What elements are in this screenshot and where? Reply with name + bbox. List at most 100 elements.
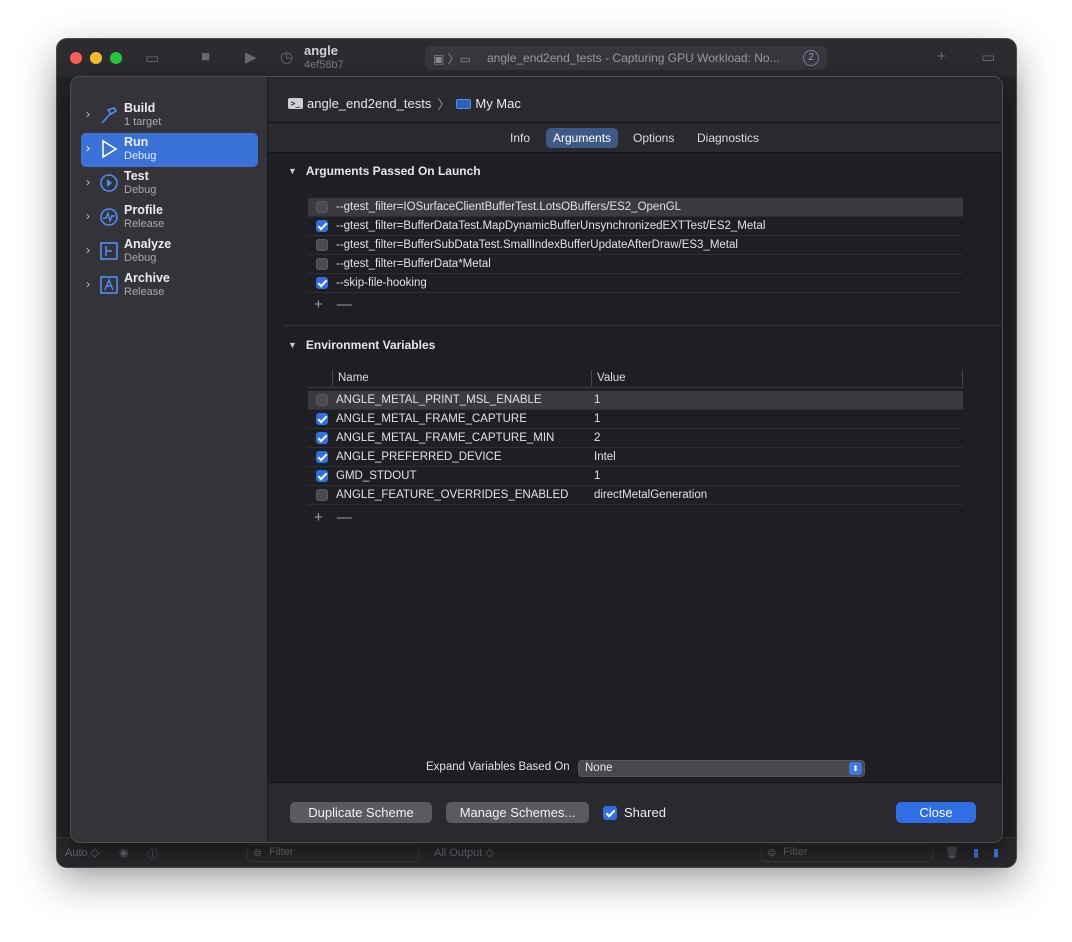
tab-info[interactable]: Info (503, 128, 537, 148)
play-icon (102, 139, 118, 159)
remove-argument-button[interactable]: — (337, 296, 352, 313)
argument-checkbox[interactable] (316, 220, 328, 232)
tab-options[interactable]: Options (626, 128, 681, 148)
env-value[interactable]: 2 (594, 432, 600, 444)
chevron-right-icon[interactable]: › (86, 277, 90, 291)
expand-variables-popup[interactable]: None ⬍ (578, 760, 865, 777)
manage-schemes-button[interactable]: Manage Schemes... (446, 802, 589, 823)
env-value[interactable]: 1 (594, 413, 600, 425)
activity-badge[interactable]: 2 (803, 50, 819, 66)
split-right-icon[interactable]: ▮ (993, 846, 999, 859)
add-icon[interactable]: + (937, 48, 946, 65)
env-name[interactable]: ANGLE_METAL_FRAME_CAPTURE_MIN (336, 432, 594, 444)
breadcrumb-destination[interactable]: My Mac (475, 96, 521, 111)
chevron-right-icon[interactable]: › (86, 175, 90, 189)
info-icon[interactable]: ⓘ (147, 846, 158, 862)
shared-checkbox[interactable] (603, 805, 617, 820)
auto-selector[interactable]: Auto ◇ (65, 846, 99, 859)
chevron-right-icon[interactable]: › (86, 141, 90, 155)
env-name[interactable]: ANGLE_METAL_FRAME_CAPTURE (336, 413, 594, 425)
tab-arguments[interactable]: Arguments (546, 128, 619, 148)
sidebar-item-subtitle: Debug (124, 184, 157, 196)
argument-checkbox[interactable] (316, 258, 328, 270)
table-row[interactable]: ANGLE_METAL_FRAME_CAPTURE_MIN 2 (308, 429, 963, 448)
run-icon[interactable]: ▶ (245, 48, 257, 66)
minimize-window-button[interactable] (90, 52, 102, 64)
sidebar-item-run[interactable]: › Run Debug (81, 133, 258, 167)
argument-checkbox[interactable] (316, 277, 328, 289)
table-row[interactable]: ANGLE_METAL_FRAME_CAPTURE 1 (308, 410, 963, 429)
chevron-right-icon[interactable]: › (86, 209, 90, 223)
column-separator[interactable] (962, 369, 963, 386)
zoom-window-button[interactable] (110, 52, 122, 64)
duplicate-scheme-button[interactable]: Duplicate Scheme (290, 802, 432, 823)
list-item[interactable]: --skip-file-hooking (308, 274, 963, 293)
env-checkbox[interactable] (316, 470, 328, 482)
sidebar-toggle-icon[interactable]: ▭ (145, 49, 159, 67)
clock-icon: ◷ (280, 49, 294, 66)
chevron-right-icon[interactable]: › (86, 107, 90, 121)
list-item[interactable]: --gtest_filter=BufferDataTest.MapDynamic… (308, 217, 963, 236)
env-checkbox[interactable] (316, 432, 328, 444)
env-name[interactable]: ANGLE_PREFERRED_DEVICE (336, 451, 594, 463)
argument-text[interactable]: --gtest_filter=BufferDataTest.MapDynamic… (336, 220, 765, 232)
argument-text[interactable]: --gtest_filter=IOSurfaceClientBufferTest… (336, 201, 681, 213)
scheme-header: >_ angle_end2end_tests 〉 My Mac (268, 77, 1002, 123)
env-checkbox[interactable] (316, 489, 328, 501)
env-value[interactable]: directMetalGeneration (594, 489, 707, 501)
argument-text[interactable]: --skip-file-hooking (336, 277, 427, 289)
inspector-toggle-icon[interactable]: ▭ (981, 48, 995, 66)
env-name[interactable]: ANGLE_FEATURE_OVERRIDES_ENABLED (336, 489, 594, 501)
output-selector[interactable]: All Output ◇ (434, 846, 494, 859)
tab-diagnostics[interactable]: Diagnostics (690, 128, 766, 148)
sidebar-item-test[interactable]: › Test Debug (81, 167, 258, 201)
eye-icon[interactable]: ◉ (119, 846, 129, 859)
table-row[interactable]: ANGLE_PREFERRED_DEVICE Intel (308, 448, 963, 467)
shared-label[interactable]: Shared (624, 805, 666, 820)
shared-toggle[interactable]: Shared (603, 805, 666, 820)
add-variable-button[interactable]: + (314, 509, 323, 526)
env-value[interactable]: 1 (594, 394, 600, 406)
split-left-icon[interactable]: ▮ (973, 846, 979, 859)
table-row[interactable]: ANGLE_FEATURE_OVERRIDES_ENABLED directMe… (308, 486, 963, 505)
add-argument-button[interactable]: + (314, 296, 323, 313)
list-item[interactable]: --gtest_filter=IOSurfaceClientBufferTest… (308, 198, 963, 217)
argument-text[interactable]: --gtest_filter=BufferData*Metal (336, 258, 491, 270)
instruments-icon (100, 208, 118, 226)
table-row[interactable]: ANGLE_METAL_PRINT_MSL_ENABLE 1 (308, 391, 963, 410)
env-value[interactable]: 1 (594, 470, 600, 482)
breadcrumb-target[interactable]: angle_end2end_tests (307, 96, 431, 111)
trash-icon[interactable]: 🗑 (945, 846, 959, 859)
disclosure-down-icon[interactable]: ▼ (288, 166, 297, 176)
close-button[interactable]: Close (896, 802, 976, 823)
env-checkbox[interactable] (316, 451, 328, 463)
env-checkbox[interactable] (316, 413, 328, 425)
scheme-name[interactable]: angle (304, 43, 338, 58)
chevron-right-icon[interactable]: › (86, 243, 90, 257)
env-name[interactable]: ANGLE_METAL_PRINT_MSL_ENABLE (336, 394, 594, 406)
env-checkbox[interactable] (316, 394, 328, 406)
env-value[interactable]: Intel (594, 451, 616, 463)
breadcrumb[interactable]: >_ angle_end2end_tests 〉 My Mac (288, 94, 521, 113)
sidebar-item-analyze[interactable]: › Analyze Debug (81, 235, 258, 269)
argument-text[interactable]: --gtest_filter=BufferSubDataTest.SmallIn… (336, 239, 738, 251)
table-row[interactable]: GMD_STDOUT 1 (308, 467, 963, 486)
remove-variable-button[interactable]: — (337, 509, 352, 526)
sidebar-item-archive[interactable]: › Archive Release (81, 269, 258, 303)
environment-table-header: Name Value (308, 368, 963, 388)
close-window-button[interactable] (70, 52, 82, 64)
list-item[interactable]: --gtest_filter=BufferSubDataTest.SmallIn… (308, 236, 963, 255)
stop-icon[interactable]: ■ (201, 48, 210, 65)
environment-section-header[interactable]: ▼ Environment Variables (288, 338, 435, 352)
column-header-name[interactable]: Name (333, 368, 591, 387)
argument-checkbox[interactable] (316, 201, 328, 213)
chevron-updown-icon: ⬍ (849, 762, 862, 775)
sidebar-item-build[interactable]: › Build 1 target (81, 99, 258, 133)
env-name[interactable]: GMD_STDOUT (336, 470, 594, 482)
argument-checkbox[interactable] (316, 239, 328, 251)
arguments-section-header[interactable]: ▼ Arguments Passed On Launch (288, 164, 481, 178)
disclosure-down-icon[interactable]: ▼ (288, 340, 297, 350)
sidebar-item-profile[interactable]: › Profile Release (81, 201, 258, 235)
list-item[interactable]: --gtest_filter=BufferData*Metal (308, 255, 963, 274)
column-header-value[interactable]: Value (592, 368, 962, 387)
